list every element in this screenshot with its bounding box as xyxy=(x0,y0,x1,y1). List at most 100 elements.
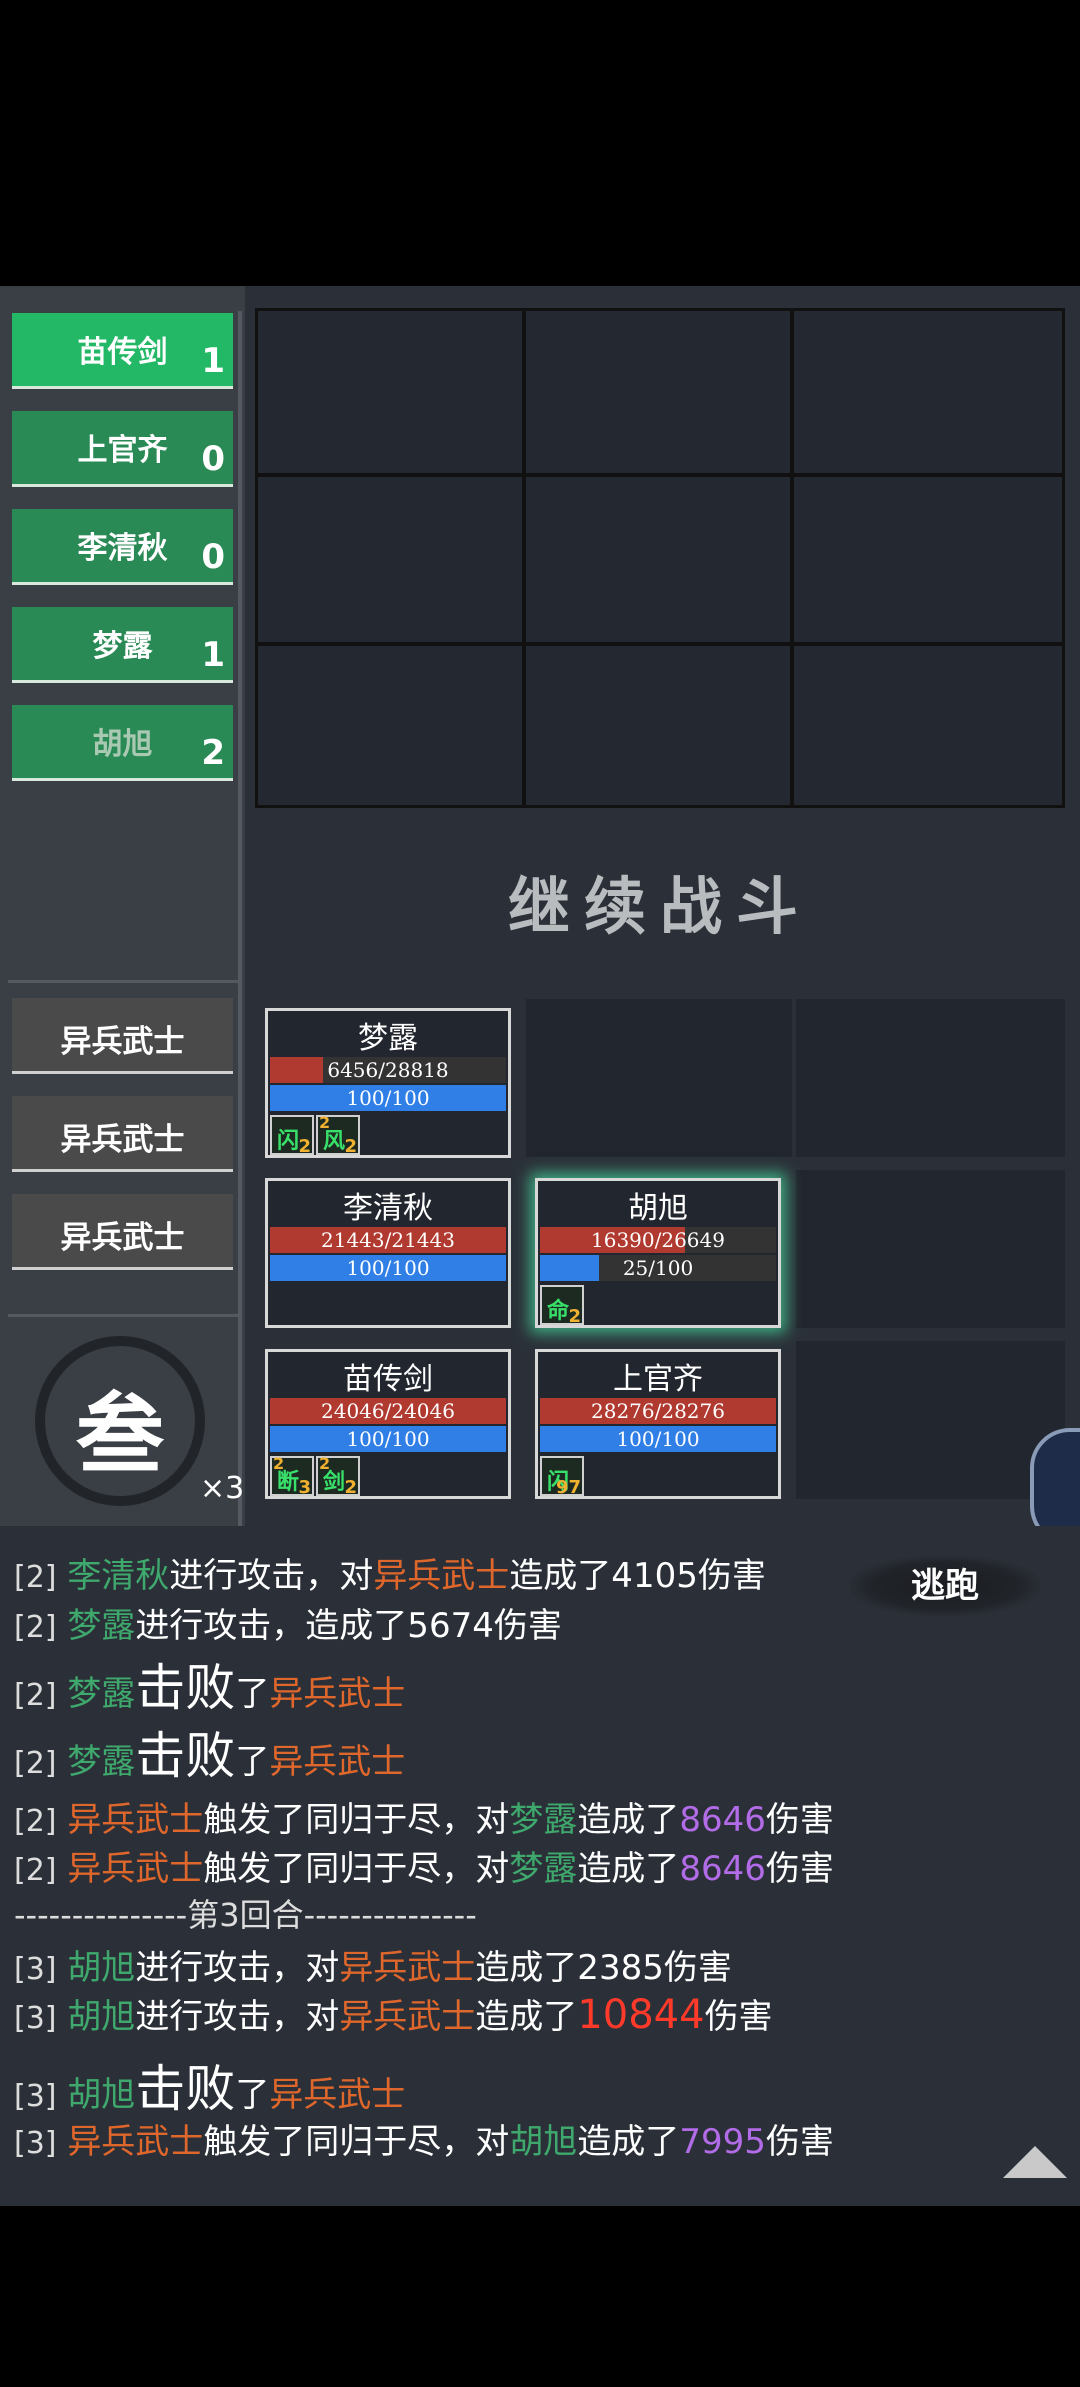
mp-bar: 100/100 xyxy=(270,1426,506,1452)
flee-button[interactable]: 逃跑 xyxy=(850,1556,1040,1616)
grid-cell[interactable] xyxy=(526,646,790,805)
ally-count: 1 xyxy=(201,635,225,675)
grid-cell[interactable] xyxy=(258,311,522,473)
hp-text: 24046/24046 xyxy=(321,1399,455,1423)
unit-card-shangguanqi[interactable]: 上官齐 28276/28276 100/100 闪 97 xyxy=(535,1349,781,1499)
collapse-arrow-icon[interactable] xyxy=(1003,2146,1067,2178)
log-line: [2] 李清秋进行攻击，对异兵武士造成了4105伤害 xyxy=(14,1556,766,1596)
unit-card-liqingqiu[interactable]: 李清秋 21443/21443 100/100 xyxy=(265,1178,511,1328)
round-number: 叁 xyxy=(75,1382,164,1486)
log-line: [2] 异兵武士触发了同归于尽，对梦露造成了8646伤害 xyxy=(14,1849,834,1889)
grid-cell[interactable] xyxy=(526,477,790,642)
continue-battle-button[interactable]: 继续战斗 xyxy=(255,856,1065,946)
unit-name: 梦露 xyxy=(358,1021,418,1056)
ally-slot-1[interactable]: 苗传剑 1 xyxy=(12,313,233,389)
unit-name: 上官齐 xyxy=(613,1362,703,1397)
log-line: [3] 异兵武士触发了同归于尽，对胡旭造成了7995伤害 xyxy=(14,2122,834,2162)
hp-bar: 21443/21443 xyxy=(270,1227,506,1253)
buff-glyph: 命 xyxy=(547,1299,570,1324)
buff-stack: 3 xyxy=(298,1477,311,1498)
hp-bar: 24046/24046 xyxy=(270,1398,506,1424)
buff-glyph: 风 xyxy=(323,1129,346,1154)
buff-glyph: 闪 xyxy=(277,1129,300,1154)
ally-slot-2[interactable]: 上官齐 0 xyxy=(12,411,233,487)
mp-bar: 100/100 xyxy=(270,1085,506,1111)
ally-slot-4[interactable]: 梦露 1 xyxy=(12,607,233,683)
divider xyxy=(8,980,238,983)
speed-toggle[interactable]: ×3 xyxy=(200,1471,244,1506)
mp-text: 100/100 xyxy=(346,1427,430,1451)
buff-icon[interactable]: 命 2 xyxy=(540,1285,584,1327)
formation-cell[interactable] xyxy=(796,1341,1065,1499)
unit-name: 李清秋 xyxy=(343,1191,433,1226)
grid-cell[interactable] xyxy=(258,646,522,805)
unit-name: 苗传剑 xyxy=(343,1362,433,1397)
mp-text: 100/100 xyxy=(346,1256,430,1280)
grid-cell[interactable] xyxy=(526,311,790,473)
hp-text: 16390/26649 xyxy=(591,1228,725,1252)
buff-glyph: 断 xyxy=(277,1470,300,1495)
log-line: [2] 梦露击败了异兵武士 xyxy=(14,1659,406,1717)
formation-cell[interactable] xyxy=(526,999,792,1157)
buff-stack: 2 xyxy=(568,1306,581,1327)
ally-name: 苗传剑 xyxy=(77,335,168,370)
mp-text: 100/100 xyxy=(346,1086,430,1110)
enemy-name: 异兵武士 xyxy=(60,1122,185,1158)
hp-text: 28276/28276 xyxy=(591,1399,725,1423)
buff-stack: 2 xyxy=(298,1136,311,1157)
enemy-slot-2[interactable]: 异兵武士 xyxy=(12,1096,233,1172)
grid-cell[interactable] xyxy=(794,311,1062,473)
unit-card-menglu[interactable]: 梦露 6456/28818 100/100 闪 2 2 风 2 xyxy=(265,1008,511,1158)
log-line: [3] 胡旭击败了异兵武士 xyxy=(14,2060,406,2118)
ally-count: 0 xyxy=(201,537,225,577)
buff-icon[interactable]: 2 剑 2 xyxy=(316,1454,360,1498)
grid-cell[interactable] xyxy=(794,646,1062,805)
hp-bar: 6456/28818 xyxy=(270,1057,506,1083)
unit-card-huxu[interactable]: 胡旭 16390/26649 25/100 命 2 xyxy=(535,1178,781,1328)
ally-name: 胡旭 xyxy=(92,727,153,762)
battle-screen: 苗传剑 1 上官齐 0 李清秋 0 梦露 1 胡旭 2 异兵武士 异兵武士 异兵… xyxy=(0,286,1080,2206)
log-line: [2] 梦露击败了异兵武士 xyxy=(14,1727,406,1785)
hp-text: 6456/28818 xyxy=(327,1058,449,1082)
enemy-name: 异兵武士 xyxy=(60,1220,185,1256)
log-line: [3] 胡旭进行攻击，对异兵武士造成了2385伤害 xyxy=(14,1948,732,1988)
ally-name: 上官齐 xyxy=(77,433,168,468)
mp-bar: 25/100 xyxy=(540,1255,776,1281)
mp-bar: 100/100 xyxy=(270,1255,506,1281)
buff-icon[interactable]: 2 断 3 xyxy=(270,1454,314,1498)
grid-cell[interactable] xyxy=(258,477,522,642)
divider xyxy=(8,1314,238,1317)
unit-name: 胡旭 xyxy=(628,1191,688,1226)
unit-card-miaochuanjian[interactable]: 苗传剑 24046/24046 100/100 2 断 3 2 剑 2 xyxy=(265,1349,511,1499)
buff-stack: 2 xyxy=(344,1136,357,1157)
ally-slot-5[interactable]: 胡旭 2 xyxy=(12,705,233,781)
mp-text: 100/100 xyxy=(616,1427,700,1451)
buff-icon[interactable]: 闪 2 xyxy=(270,1115,314,1157)
ally-count: 0 xyxy=(201,439,225,479)
mp-bar: 100/100 xyxy=(540,1426,776,1452)
hp-bar: 28276/28276 xyxy=(540,1398,776,1424)
round-separator: ---------------第3回合--------------- xyxy=(14,1896,477,1934)
round-emblem: 叁 xyxy=(30,1336,210,1506)
ally-slot-3[interactable]: 李清秋 0 xyxy=(12,509,233,585)
buff-stack: 97 xyxy=(555,1477,581,1498)
buff-icon[interactable]: 闪 97 xyxy=(540,1456,584,1498)
hp-bar: 16390/26649 xyxy=(540,1227,776,1253)
column-divider xyxy=(238,311,242,1536)
enemy-slot-1[interactable]: 异兵武士 xyxy=(12,998,233,1074)
buff-stack: 2 xyxy=(344,1477,357,1498)
buff-glyph: 剑 xyxy=(323,1470,346,1495)
grid-cell[interactable] xyxy=(794,477,1062,642)
enemy-formation-grid xyxy=(255,308,1065,808)
log-line: [2] 梦露进行攻击，造成了5674伤害 xyxy=(14,1606,562,1646)
ally-count: 1 xyxy=(201,341,225,381)
enemy-slot-3[interactable]: 异兵武士 xyxy=(12,1194,233,1270)
log-line: [3] 胡旭进行攻击，对异兵武士造成了10844伤害 xyxy=(14,1992,773,2038)
hp-text: 21443/21443 xyxy=(321,1228,455,1252)
log-line: [2] 异兵武士触发了同归于尽，对梦露造成了8646伤害 xyxy=(14,1800,834,1840)
buff-icon[interactable]: 2 风 2 xyxy=(316,1113,360,1157)
formation-cell[interactable] xyxy=(796,999,1065,1157)
formation-cell[interactable] xyxy=(796,1170,1065,1328)
mp-text: 25/100 xyxy=(622,1256,694,1280)
ally-count: 2 xyxy=(201,733,225,773)
